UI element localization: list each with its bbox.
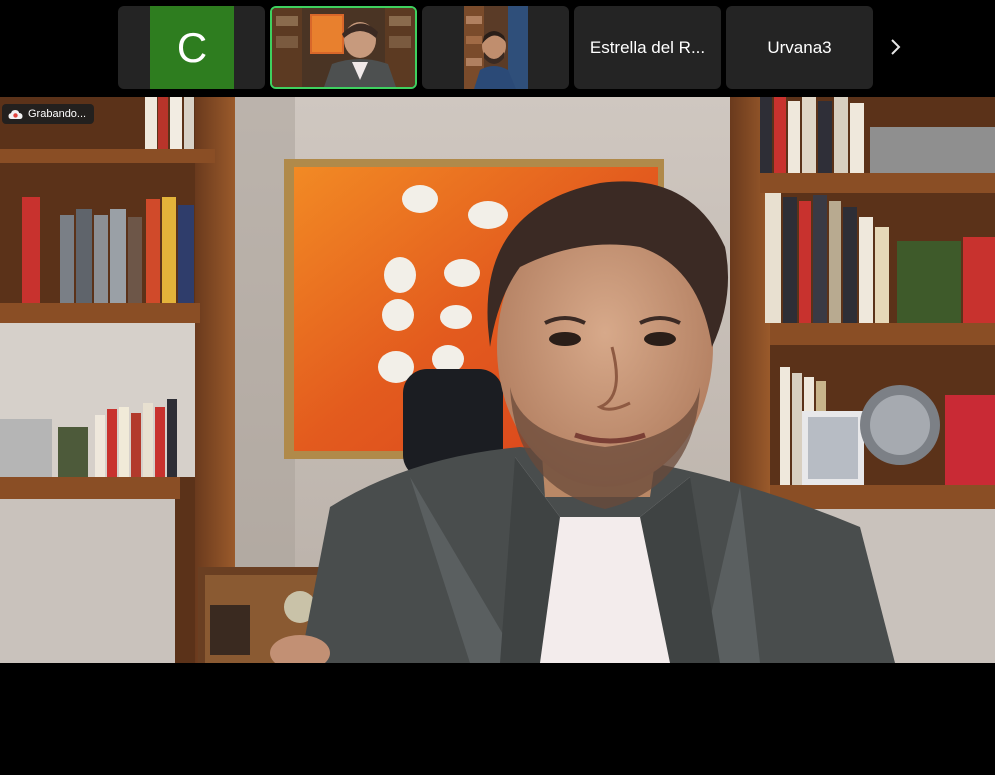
participant-initial: C — [176, 23, 208, 71]
participant-tile-c[interactable]: C — [118, 6, 265, 89]
recording-indicator[interactable]: Grabando... — [2, 104, 95, 124]
bottom-area — [0, 663, 995, 775]
speaker-video-frame — [0, 97, 995, 663]
participant-name: Urvana3 — [767, 37, 832, 57]
participant-tile-video[interactable] — [422, 6, 569, 89]
participant-tile-estrella[interactable]: Estrella del R... — [574, 6, 721, 89]
recording-label: Grabando... — [28, 108, 87, 120]
cloud-recording-icon — [8, 109, 23, 119]
participant-video-thumbnail — [464, 6, 528, 89]
participant-name: Estrella del R... — [589, 37, 706, 57]
chevron-right-icon[interactable] — [880, 32, 910, 62]
participant-tile-active-speaker[interactable] — [270, 6, 417, 89]
participant-strip: C Estrella del R... Urvana3 — [0, 0, 995, 97]
participant-avatar: C — [150, 6, 234, 89]
main-video-view[interactable] — [0, 97, 995, 663]
participant-video-thumbnail — [272, 8, 415, 87]
participant-tile-urvana3[interactable]: Urvana3 — [726, 6, 873, 89]
